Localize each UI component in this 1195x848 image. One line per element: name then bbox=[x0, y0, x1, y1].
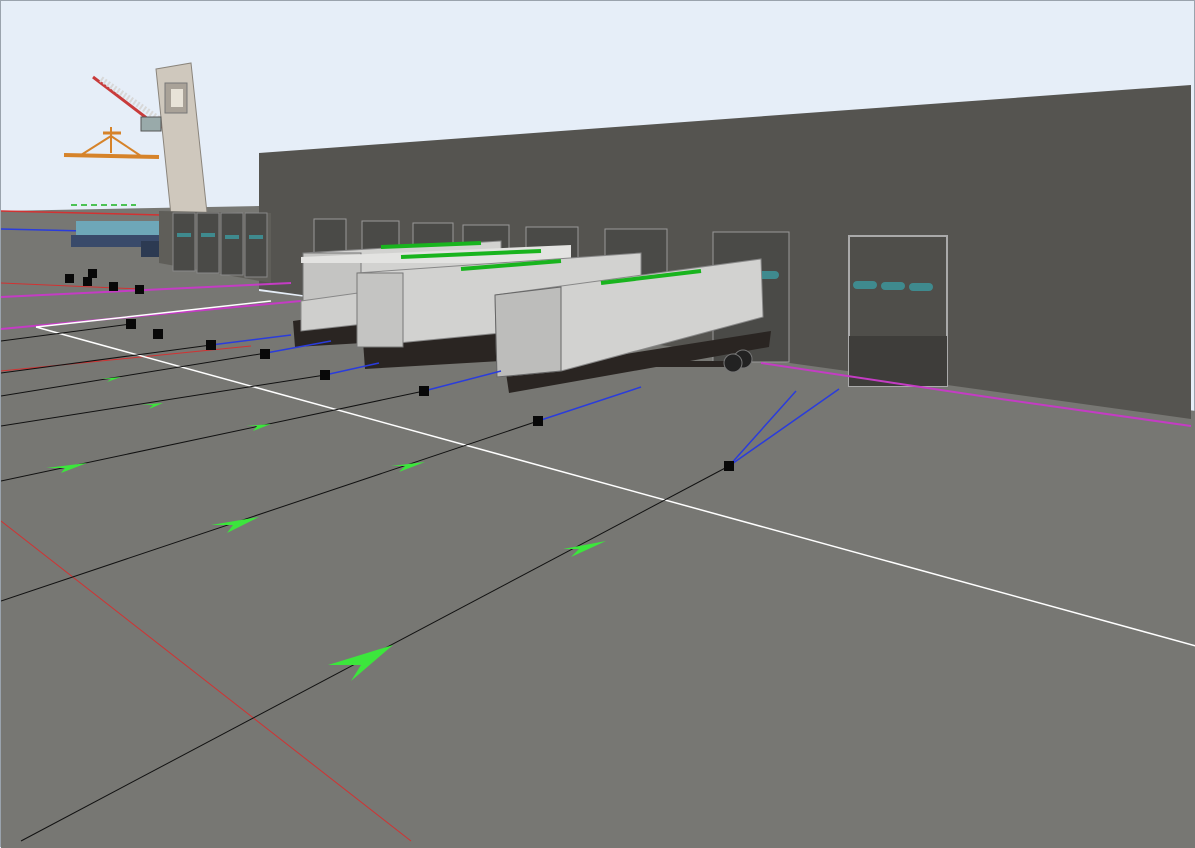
path-node[interactable] bbox=[206, 340, 216, 350]
path-node[interactable] bbox=[153, 329, 163, 339]
path-node[interactable] bbox=[533, 416, 543, 426]
path-node[interactable] bbox=[83, 277, 92, 286]
path-node[interactable] bbox=[724, 461, 734, 471]
3d-scene[interactable] bbox=[1, 1, 1195, 848]
path-node[interactable] bbox=[126, 319, 136, 329]
path-node[interactable] bbox=[109, 282, 118, 291]
path-node[interactable] bbox=[419, 386, 429, 396]
path-node[interactable] bbox=[320, 370, 330, 380]
path-node[interactable] bbox=[260, 349, 270, 359]
simulation-viewport[interactable] bbox=[0, 0, 1195, 848]
tower-crane bbox=[63, 62, 208, 216]
path-node[interactable] bbox=[65, 274, 74, 283]
path-node[interactable] bbox=[135, 285, 144, 294]
path-node[interactable] bbox=[88, 269, 97, 278]
